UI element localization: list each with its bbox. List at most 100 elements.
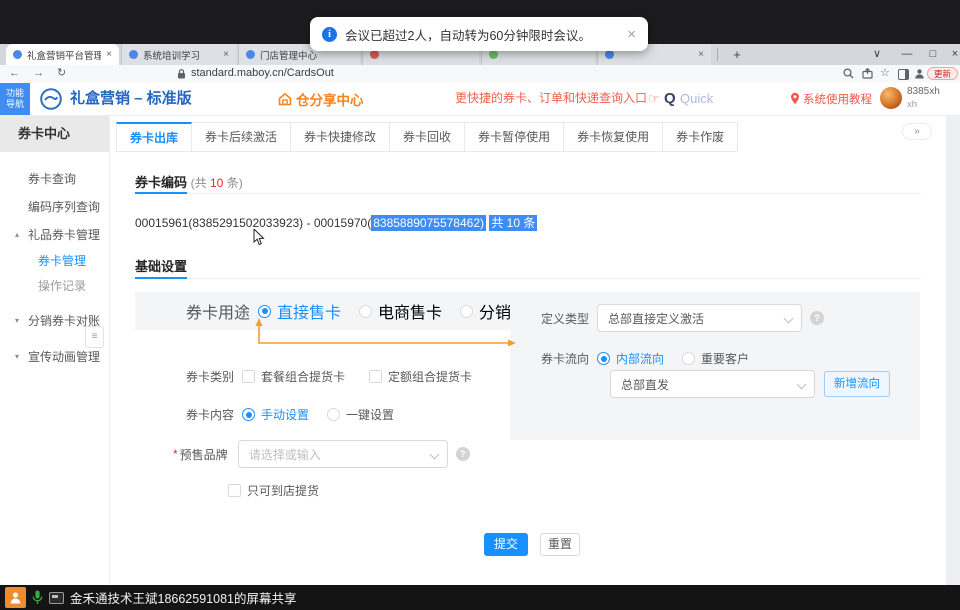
sidebar-item-label: 操作记录 [38,277,86,294]
tab-card-quick-edit[interactable]: 券卡快捷修改 [291,122,390,152]
help-icon[interactable]: ? [810,311,824,325]
function-nav-toggle[interactable]: 功能 导航 [0,83,30,115]
sidebar-item-card-management[interactable]: 券卡管理 [0,248,109,273]
chrome-update-button[interactable]: 更新 [927,67,958,80]
card-category-label: 券卡类别 [186,368,234,385]
presale-brand-select[interactable]: 请选择或输入 [238,440,448,468]
submit-button[interactable]: 提交 [484,533,528,556]
user-name: 8385xh xh [907,85,940,111]
tab-separator [717,48,718,61]
tab-close-icon[interactable]: × [106,49,112,60]
checkbox-label-store-pickup[interactable]: 只可到店提货 [247,482,319,499]
tab-search-icon[interactable]: ∨ [866,44,888,65]
bookmark-star-icon[interactable]: ☆ [880,67,890,80]
tab-favicon [489,50,498,59]
tab-card-suspend[interactable]: 券卡暂停使用 [465,122,564,152]
sidebar-item-code-sequence-query[interactable]: 编码序列查询 [0,192,109,220]
window-minimize-icon[interactable]: — [896,44,918,65]
meeting-notification: i 会议已超过2人，自动转为60分钟限时会议。 × [310,17,648,51]
sidebar: 券卡中心 券卡查询 编码序列查询 ▴ 礼品券卡管理 券卡管理 操作记录 ▾ 分销… [0,116,110,585]
share-icon[interactable] [862,68,873,79]
microphone-icon[interactable] [32,590,43,605]
add-flow-button[interactable]: 新增流向 [824,371,890,397]
nav-toggle-line2: 导航 [0,99,30,110]
window-maximize-icon[interactable]: □ [922,44,944,65]
define-type-row: 定义类型 总部直接定义激活 ? [537,304,824,332]
app-logo-icon [40,88,62,110]
radio-label-internal-flow[interactable]: 内部流向 [616,350,664,367]
app-title: 礼盒营销 – 标准版 [70,82,192,115]
chevron-down-icon: ▾ [15,352,19,361]
reset-button[interactable]: 重置 [540,533,580,556]
notification-close-icon[interactable]: × [627,26,636,43]
section-divider [135,278,921,279]
quick-search-icon[interactable]: Q [664,82,676,115]
sidebar-item-card-query[interactable]: 券卡查询 [0,164,109,192]
tab-card-recycle[interactable]: 券卡回收 [390,122,465,152]
tab-card-void[interactable]: 券卡作废 [663,122,738,152]
page-scroll-gutter[interactable] [946,116,960,585]
chevron-down-icon [429,450,439,460]
browser-toolbar: ← → ↻ standard.maboy.cn/CardsOut ☆ 更新 [0,65,960,83]
chevron-down-icon: ▾ [15,316,19,325]
chevron-down-icon [784,314,794,324]
tab-close-icon[interactable]: × [223,49,229,60]
radio-label-one-click-setup[interactable]: 一键设置 [346,406,394,423]
codes-title-text: 券卡编码 [135,175,187,190]
share-center-link[interactable]: 仓分享中心 [278,82,364,115]
radio-label-manual-setup[interactable]: 手动设置 [261,406,309,423]
flow-select-row: 总部直发 新增流向 [610,370,890,398]
quick-label[interactable]: Quick [680,82,713,115]
screen-share-bar: 金禾通技术王斌18662591081的屏幕共享 [0,585,960,610]
user-avatar[interactable] [880,87,902,109]
forward-icon[interactable]: → [33,65,44,82]
radio-internal-flow[interactable] [597,352,610,365]
side-panel-icon[interactable] [898,69,909,80]
checkbox-package-combo-card[interactable] [242,370,255,383]
define-type-value: 总部直接定义激活 [608,310,704,327]
zoom-icon[interactable] [843,68,854,79]
radio-label-important-customer[interactable]: 重要客户 [701,350,749,367]
browser-tab-active[interactable]: 礼盒营销平台管理中心 × [6,44,119,65]
back-icon[interactable]: ← [9,65,20,82]
reload-icon[interactable]: ↻ [57,65,66,82]
tab-card-later-activation[interactable]: 券卡后续激活 [192,122,291,152]
checkbox-label-package-combo[interactable]: 套餐组合提货卡 [261,368,345,385]
radio-manual-setup[interactable] [242,408,255,421]
help-icon[interactable]: ? [456,447,470,461]
sidebar-item-gift-card-management[interactable]: ▴ 礼品券卡管理 [0,220,109,248]
card-flow-row: 券卡流向 内部流向 重要客户 [537,350,767,367]
tab-close-icon[interactable]: × [698,49,704,60]
panel-expand-button[interactable]: » [902,123,932,140]
browser-tab-2[interactable]: 系统培训学习 × [121,44,236,65]
tab-card-outbound[interactable]: 券卡出库 [116,122,192,152]
app-header: 功能 导航 礼盒营销 – 标准版 仓分享中心 更快捷的券卡、订单和快递查询入口 … [0,82,960,116]
flow-select[interactable]: 总部直发 [610,370,815,398]
sidebar-item-operation-log[interactable]: 操作记录 [0,273,109,298]
profile-icon[interactable] [914,68,925,79]
presale-brand-row: * 预售品牌 请选择或输入 ? [173,440,470,468]
new-tab-button[interactable]: + [728,46,746,64]
warehouse-icon [278,92,292,106]
tab-title: 系统培训学习 [143,48,200,62]
location-pin-icon [790,92,800,105]
checkbox-fixed-amount-combo-card[interactable] [369,370,382,383]
radio-one-click-setup[interactable] [327,408,340,421]
define-type-label: 定义类型 [537,310,589,327]
screen: 礼盒营销平台管理中心 × 系统培训学习 × 门店管理中心 × + ∨ — □ [0,0,960,610]
checkbox-label-fixed-amount[interactable]: 定额组合提货卡 [388,368,472,385]
sidebar-collapse-toggle[interactable]: ≡ [85,326,104,348]
basic-settings-title: 基础设置 [135,256,187,275]
define-type-select[interactable]: 总部直接定义激活 [597,304,802,332]
checkbox-store-pickup-only[interactable] [228,484,241,497]
tab-title: 礼盒营销平台管理中心 [27,48,101,62]
screen-share-icon [49,592,64,604]
main-content: 券卡出库 券卡后续激活 券卡快捷修改 券卡回收 券卡暂停使用 券卡恢复使用 券卡… [110,116,946,585]
card-category-row: 券卡类别 套餐组合提货卡 定额组合提货卡 [186,368,496,385]
url-bar[interactable]: standard.maboy.cn/CardsOut [191,67,334,79]
tab-card-resume[interactable]: 券卡恢复使用 [564,122,663,152]
window-close-icon[interactable]: × [944,44,960,65]
tutorial-link[interactable]: 系统使用教程 [790,82,872,115]
share-center-label: 仓分享中心 [296,89,364,109]
radio-important-customer[interactable] [682,352,695,365]
